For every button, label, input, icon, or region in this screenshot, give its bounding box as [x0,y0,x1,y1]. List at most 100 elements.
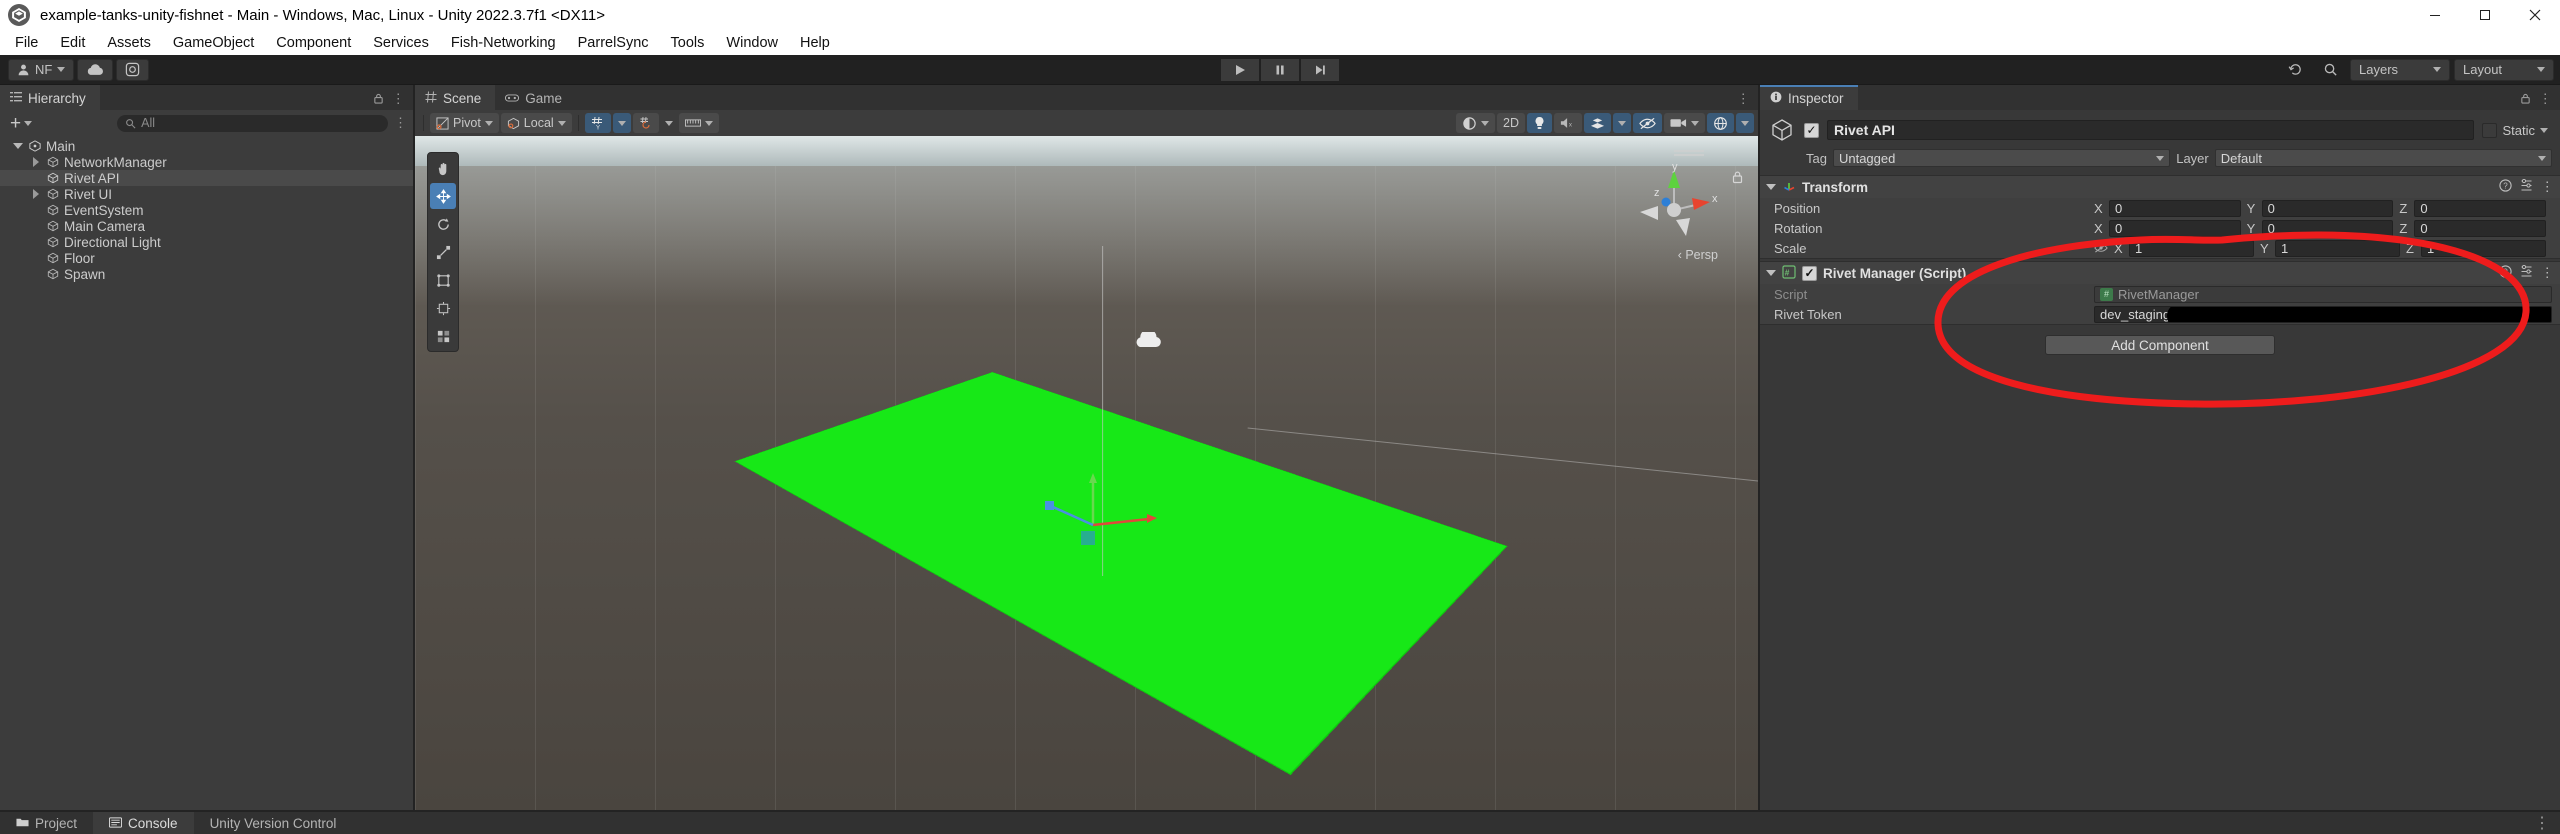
hierarchy-item-rivet-api[interactable]: Rivet API [0,170,413,186]
menu-fish-networking[interactable]: Fish-Networking [440,32,567,54]
static-toggle-box[interactable] [2482,122,2498,138]
grid-snapping-dropdown[interactable] [612,113,631,133]
grid-size-button[interactable] [678,113,719,133]
grid-snapping-button[interactable]: Y [584,113,611,133]
position-x[interactable]: X0 [2094,199,2247,217]
position-y[interactable]: Y0 [2247,199,2400,217]
menu-window[interactable]: Window [715,32,789,54]
hierarchy-item-spawn[interactable]: Spawn [0,266,413,282]
transform-header[interactable]: Transform ? ⋮ [1760,176,2560,198]
position-z[interactable]: Z0 [2399,199,2552,217]
position-x-input[interactable]: 0 [2109,199,2241,217]
collapse-toggle-icon[interactable] [1766,184,1776,190]
kebab-menu-icon[interactable]: ⋮ [2541,265,2555,281]
scene-visibility-button[interactable] [1633,113,1662,133]
layout-button[interactable]: Layout [2454,58,2554,81]
rivet-token-input[interactable]: dev_staging [2094,305,2552,323]
menu-parrelsync[interactable]: ParrelSync [567,32,660,54]
scene-fx-dropdown[interactable] [1613,113,1631,133]
hierarchy-item-eventsystem[interactable]: EventSystem [0,202,413,218]
hierarchy-item-main[interactable]: Main [0,138,413,154]
hierarchy-search-input[interactable]: All [117,114,388,132]
maximize-button[interactable] [2460,0,2510,30]
view-mode-label[interactable]: ‹ Persp [1678,248,1718,262]
object-name-input[interactable]: Rivet API [1827,120,2475,140]
rotation-x[interactable]: X0 [2094,219,2247,237]
scene-camera-button[interactable] [1664,113,1705,133]
gizmo-lock-icon[interactable] [1731,170,1744,187]
rivet-manager-enabled-checkbox[interactable]: ✓ [1802,265,1817,281]
expand-toggle-icon[interactable] [12,143,24,149]
rotation-y[interactable]: Y0 [2247,219,2400,237]
rotation-y-input[interactable]: 0 [2261,219,2394,237]
undo-history-button[interactable] [2280,59,2311,81]
move-gizmo[interactable] [1031,463,1191,583]
collapse-toggle-icon[interactable] [1766,270,1776,276]
tab-console[interactable]: Console [93,812,194,834]
bottom-menu-button[interactable]: ⋮ [2534,812,2560,834]
rect-tool-button[interactable] [430,267,456,293]
scene-menu-button[interactable]: ⋮ [1728,85,1758,110]
expand-toggle-icon[interactable] [30,189,42,199]
help-icon[interactable]: ? [2498,265,2512,281]
rotation-z[interactable]: Z0 [2399,219,2552,237]
pause-button[interactable] [1261,58,1299,81]
layer-dropdown[interactable]: Default [2214,149,2552,167]
snap-increment-dropdown[interactable] [661,113,677,133]
rotation-x-input[interactable]: 0 [2109,219,2241,237]
move-tool-button[interactable] [430,183,456,209]
add-component-button[interactable]: Add Component [2045,335,2275,355]
account-button[interactable]: NF [8,58,75,81]
scale-tool-button[interactable] [430,239,456,265]
tag-dropdown[interactable]: Untagged [1832,149,2171,167]
cloud-button[interactable] [77,58,114,81]
rotate-tool-button[interactable] [430,211,456,237]
minimize-button[interactable] [2410,0,2460,30]
menu-component[interactable]: Component [265,32,362,54]
hierarchy-item-networkmanager[interactable]: NetworkManager [0,154,413,170]
preset-icon[interactable] [2520,264,2533,281]
hierarchy-item-rivet-ui[interactable]: Rivet UI [0,186,413,202]
orientation-gizmo[interactable]: y x z [1628,158,1720,250]
static-checkbox[interactable]: Static [2482,122,2552,138]
scale-x-input[interactable]: 1 [2129,239,2254,257]
close-button[interactable] [2510,0,2560,30]
gizmos-dropdown[interactable] [1736,113,1754,133]
tab-hierarchy[interactable]: Hierarchy [0,85,100,110]
scene-audio-button[interactable]: x [1554,113,1582,133]
tab-scene[interactable]: Scene [415,85,496,110]
play-button[interactable] [1221,58,1259,81]
rivet-manager-header[interactable]: # ✓ Rivet Manager (Script) ? ⋮ [1760,262,2560,284]
search-button[interactable] [2315,59,2346,81]
gizmo-handle[interactable] [1672,148,1706,158]
hierarchy-item-directional-light[interactable]: Directional Light [0,234,413,250]
hierarchy-menu-button[interactable]: ⋮ [389,85,413,110]
position-z-input[interactable]: 0 [2414,199,2547,217]
rotation-z-input[interactable]: 0 [2414,219,2547,237]
custom-tool-button[interactable] [430,323,456,349]
scale-z-input[interactable]: 1 [2421,239,2546,257]
scale-x[interactable]: X1 [2114,239,2260,257]
local-toggle-button[interactable]: Local [500,113,572,133]
hierarchy-overflow-button[interactable]: ⋮ [394,115,407,131]
position-y-input[interactable]: 0 [2261,199,2394,217]
help-icon[interactable]: ? [2498,179,2512,195]
menu-edit[interactable]: Edit [49,32,96,54]
create-object-button[interactable]: + [6,114,36,133]
menu-gameobject[interactable]: GameObject [162,32,265,54]
menu-assets[interactable]: Assets [96,32,162,54]
constrain-proportions-off-icon[interactable] [2094,242,2114,254]
kebab-menu-icon[interactable]: ⋮ [2541,179,2555,195]
2d-toggle-button[interactable]: 2D [1497,113,1525,133]
settings-button[interactable] [116,58,150,81]
scene-fx-button[interactable] [1584,113,1611,133]
scene-lighting-button[interactable] [1527,113,1552,133]
shading-mode-button[interactable] [1456,113,1496,133]
scale-y-input[interactable]: 1 [2275,239,2400,257]
menu-help[interactable]: Help [789,32,841,54]
hierarchy-lock-button[interactable] [366,85,390,110]
gizmos-toggle-button[interactable] [1707,113,1734,133]
hand-tool-button[interactable] [430,155,456,181]
tab-unity-version-control[interactable]: Unity Version Control [194,812,353,834]
pivot-toggle-button[interactable]: Pivot [430,113,499,133]
